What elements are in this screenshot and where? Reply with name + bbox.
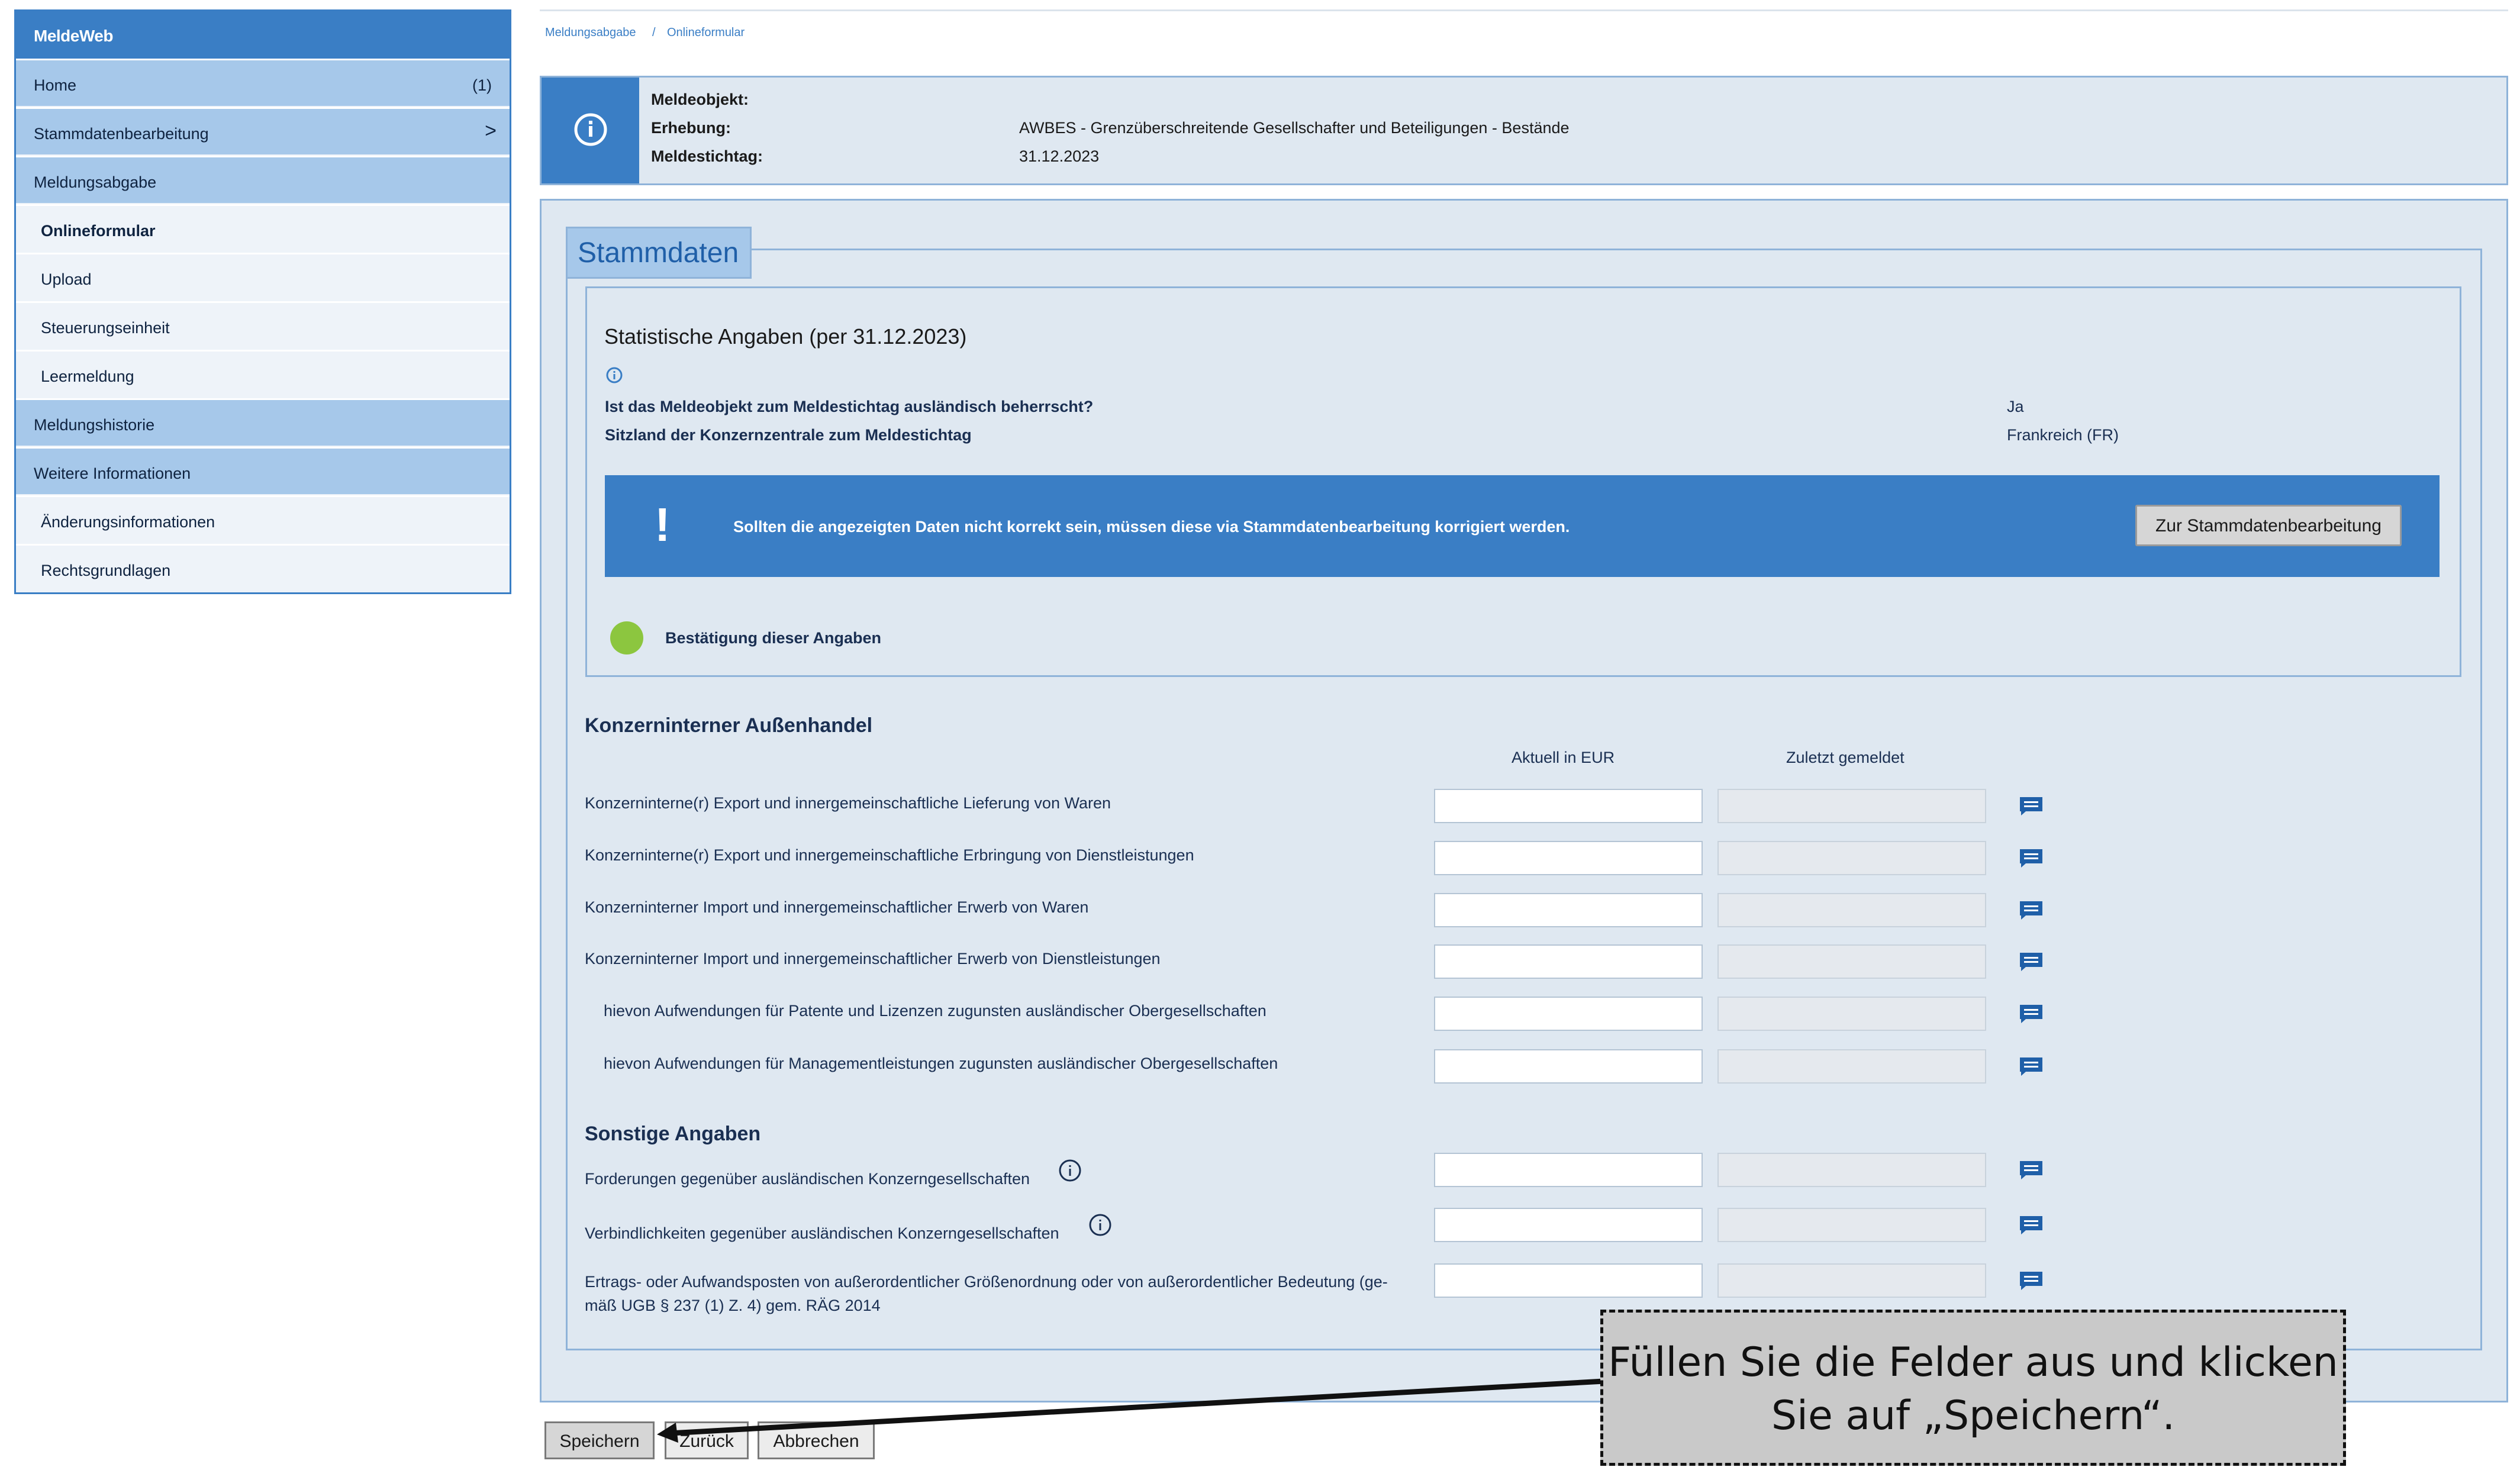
answer-sitzland: Frankreich (FR) — [2007, 426, 2119, 444]
save-button[interactable]: Speichern — [544, 1421, 655, 1459]
sidebar-item-onlineformular[interactable]: Onlineformular — [16, 204, 510, 252]
sidebar-item-label: Rechtsgrundlagen — [41, 562, 171, 579]
comment-icon[interactable] — [2019, 1056, 2044, 1076]
sidebar-item-upload[interactable]: Upload — [16, 253, 510, 300]
meldestichtag-label: Meldestichtag: — [651, 147, 763, 165]
notification-count: (1) — [472, 76, 492, 94]
erhebung-label: Erhebung: — [651, 119, 731, 137]
info-icon[interactable] — [605, 366, 623, 384]
amount-input[interactable] — [1434, 1263, 1703, 1298]
sidebar-item-aenderungsinformationen[interactable]: Änderungsinformationen — [16, 495, 510, 543]
amount-input[interactable] — [1434, 789, 1703, 823]
last-reported-field — [1717, 893, 1986, 927]
erhebung-value: AWBES - Grenzüberschreitende Gesellschaf… — [1019, 119, 1570, 137]
sidebar-nav: MeldeWeb Home (1) Stammdatenbearbeitung … — [14, 9, 511, 594]
report-info-box: Meldeobjekt: Erhebung: AWBES - Grenzüber… — [540, 76, 2508, 185]
section-heading-aussenhandel: Konzerninterner Außenhandel — [585, 714, 873, 737]
statistische-angaben-title: Statistische Angaben (per 31.12.2023) — [604, 324, 967, 349]
instruction-callout: Füllen Sie die Felder aus und klicken Si… — [1600, 1310, 2346, 1466]
last-reported-field — [1717, 1208, 1986, 1242]
last-reported-field — [1717, 841, 1986, 875]
breadcrumb-separator: / — [652, 26, 656, 39]
row-label: Forderungen gegenüber ausländischen Konz… — [585, 1170, 1030, 1188]
column-header-aktuell: Aktuell in EUR — [1512, 749, 1615, 766]
comment-icon[interactable] — [2019, 1271, 2044, 1291]
sidebar-item-label: Steuerungseinheit — [41, 319, 170, 337]
info-icon[interactable] — [1058, 1159, 1082, 1182]
amount-input[interactable] — [1434, 1049, 1703, 1084]
last-reported-field — [1717, 1153, 1986, 1187]
amount-input[interactable] — [1434, 1208, 1703, 1242]
amount-input[interactable] — [1434, 841, 1703, 875]
sidebar-title: MeldeWeb — [16, 11, 510, 59]
exclamation-icon: ! — [655, 498, 671, 551]
amount-input[interactable] — [1434, 893, 1703, 927]
sidebar-item-steuerungseinheit[interactable]: Steuerungseinheit — [16, 301, 510, 349]
row-label-line: Ertrags- oder Aufwandsposten von außeror… — [585, 1273, 1388, 1291]
info-icon — [542, 78, 639, 183]
column-header-zuletzt: Zuletzt gemeldet — [1786, 749, 1904, 766]
warning-text: Sollten die angezeigten Daten nicht korr… — [733, 518, 1570, 536]
callout-arrow — [657, 1378, 1604, 1443]
confirm-status-indicator[interactable] — [610, 621, 643, 654]
meldeobjekt-label: Meldeobjekt: — [651, 91, 749, 108]
sidebar-item-label: Meldungshistorie — [34, 416, 155, 434]
row-label: Konzerninterne(r) Export und innergemein… — [585, 794, 1111, 812]
sidebar-item-rechtsgrundlagen[interactable]: Rechtsgrundlagen — [16, 544, 510, 592]
comment-icon[interactable] — [2019, 796, 2044, 816]
amount-input[interactable] — [1434, 944, 1703, 979]
sidebar-item-weitere-informationen[interactable]: Weitere Informationen — [16, 447, 510, 494]
amount-input[interactable] — [1434, 997, 1703, 1031]
comment-icon[interactable] — [2019, 1004, 2044, 1024]
row-label: Ertrags- oder Aufwandsposten von außeror… — [585, 1270, 1425, 1317]
sidebar-item-label: Leermeldung — [41, 367, 134, 385]
question-auslaendisch-beherrscht: Ist das Meldeobjekt zum Meldestichtag au… — [605, 398, 1094, 415]
section-heading-sonstige: Sonstige Angaben — [585, 1123, 761, 1145]
chevron-right-icon: > — [485, 120, 497, 142]
callout-line: Sie auf „Speichern“. — [1771, 1392, 2176, 1439]
sidebar-item-label: Stammdatenbearbeitung — [34, 125, 209, 143]
sidebar-item-label: Upload — [41, 270, 92, 288]
sidebar-item-stammdatenbearbeitung[interactable]: Stammdatenbearbeitung > — [16, 107, 510, 154]
last-reported-field — [1717, 944, 1986, 979]
row-label: Konzerninterne(r) Export und innergemein… — [585, 846, 1194, 864]
sidebar-item-label: Änderungsinformationen — [41, 513, 215, 531]
row-label: hievon Aufwendungen für Patente und Lize… — [604, 1002, 1267, 1020]
stammdaten-legend: Stammdaten — [566, 227, 752, 279]
answer-auslaendisch-beherrscht: Ja — [2007, 398, 2024, 415]
last-reported-field — [1717, 1049, 1986, 1084]
comment-icon[interactable] — [2019, 952, 2044, 972]
comment-icon[interactable] — [2019, 1160, 2044, 1180]
sidebar-item-label: Onlineformular — [41, 222, 156, 240]
row-label: Konzerninterner Import und innergemeinsc… — [585, 950, 1161, 968]
breadcrumb-onlineformular[interactable]: Onlineformular — [667, 26, 745, 40]
sidebar-item-label: Home — [34, 76, 77, 94]
last-reported-field — [1717, 1263, 1986, 1298]
question-sitzland: Sitzland der Konzernzentrale zum Meldest… — [605, 426, 972, 444]
callout-line: Füllen Sie die Felder aus und klicken — [1608, 1339, 2338, 1386]
row-label-line: mäß UGB § 237 (1) Z. 4) gem. RÄG 2014 — [585, 1297, 881, 1314]
comment-icon[interactable] — [2019, 848, 2044, 868]
row-label: Konzerninterner Import und innergemeinsc… — [585, 898, 1089, 916]
comment-icon[interactable] — [2019, 900, 2044, 920]
row-label: hievon Aufwendungen für Managementleistu… — [604, 1055, 1278, 1072]
top-divider — [540, 9, 2508, 11]
sidebar-item-leermeldung[interactable]: Leermeldung — [16, 350, 510, 397]
meldestichtag-value: 31.12.2023 — [1019, 147, 1100, 165]
sidebar-item-home[interactable]: Home (1) — [16, 59, 510, 106]
sidebar-item-label: Meldungsabgabe — [34, 173, 157, 191]
row-label: Verbindlichkeiten gegenüber ausländische… — [585, 1224, 1059, 1242]
sidebar-item-meldungshistorie[interactable]: Meldungshistorie — [16, 398, 510, 446]
sidebar-item-meldungsabgabe[interactable]: Meldungsabgabe — [16, 156, 510, 203]
breadcrumb-meldungsabgabe[interactable]: Meldungsabgabe — [545, 26, 636, 40]
last-reported-field — [1717, 997, 1986, 1031]
sidebar-item-label: Weitere Informationen — [34, 465, 191, 482]
comment-icon[interactable] — [2019, 1215, 2044, 1235]
confirm-label: Bestätigung dieser Angaben — [665, 629, 882, 647]
last-reported-field — [1717, 789, 1986, 823]
info-icon[interactable] — [1088, 1213, 1112, 1237]
amount-input[interactable] — [1434, 1153, 1703, 1187]
zur-stammdatenbearbeitung-button[interactable]: Zur Stammdatenbearbeitung — [2135, 505, 2402, 546]
